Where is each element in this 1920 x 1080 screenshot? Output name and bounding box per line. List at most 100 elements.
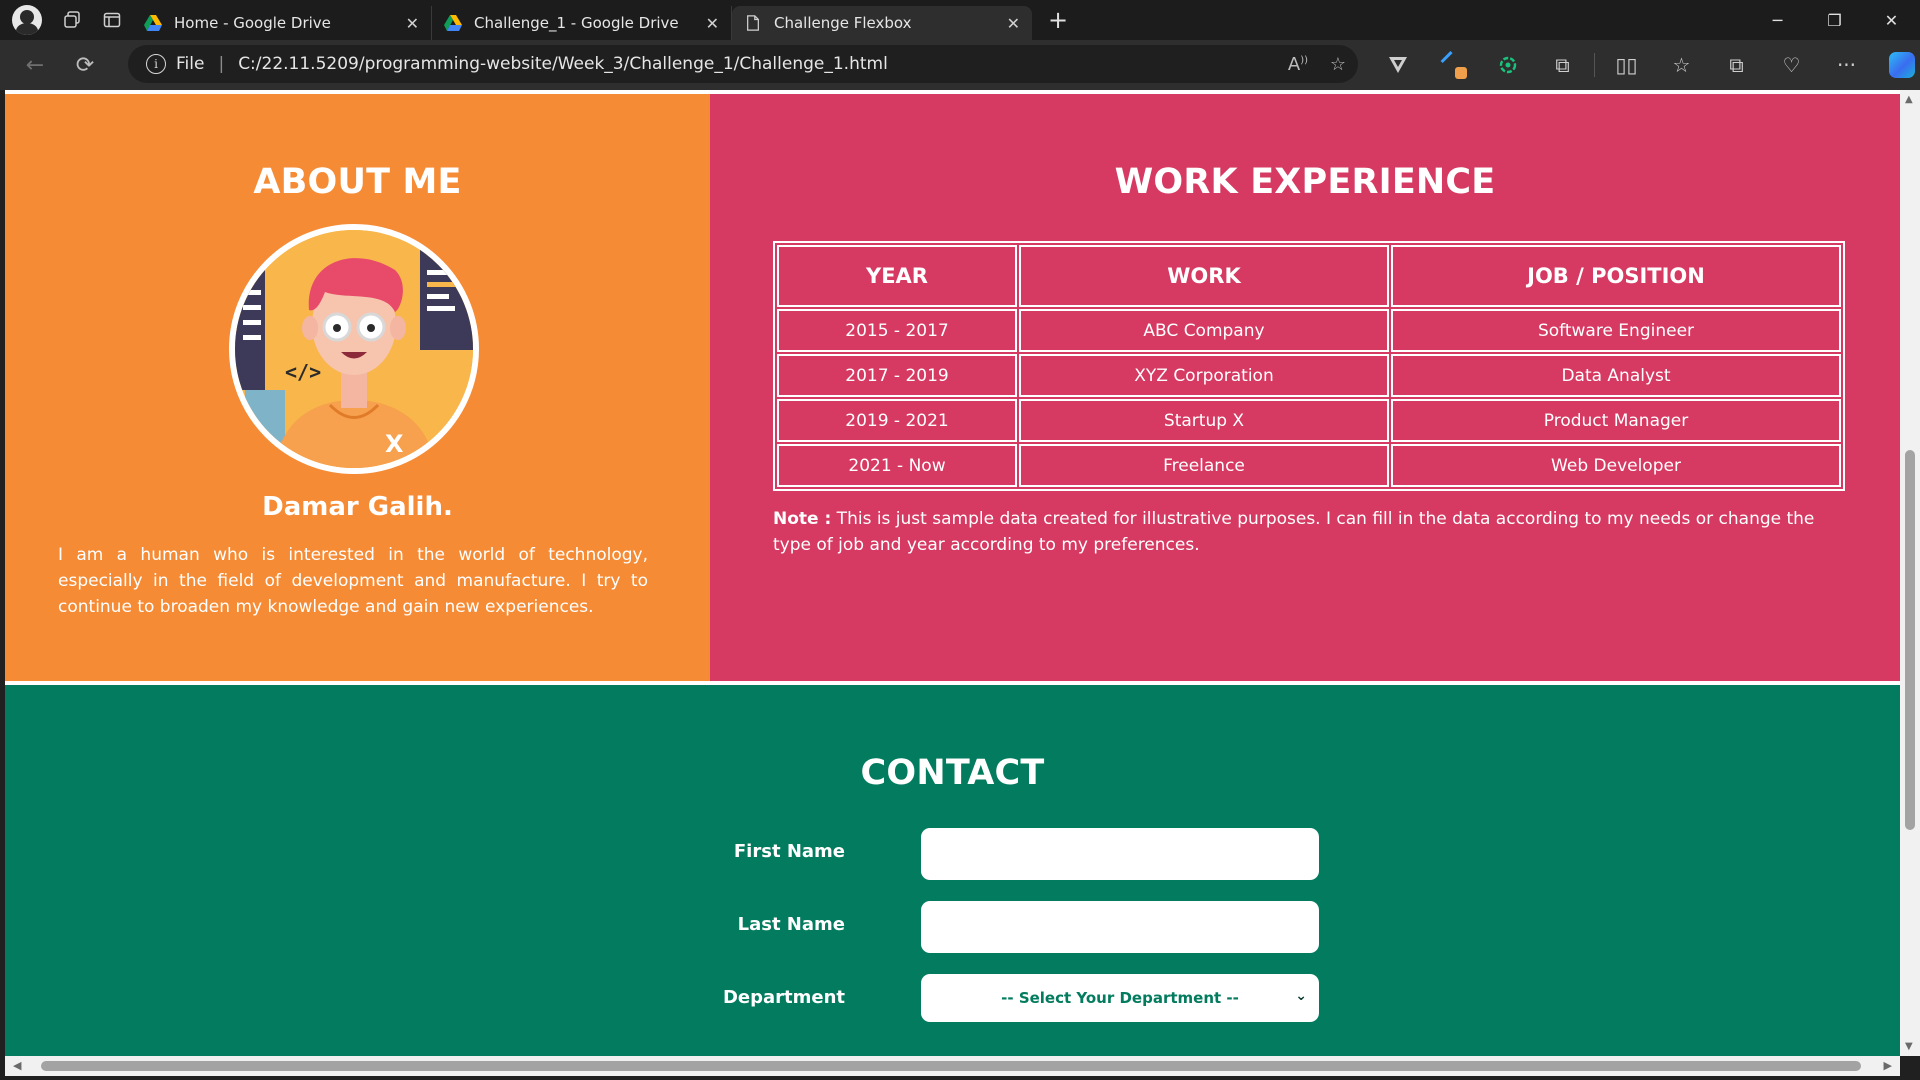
note-label: Note : xyxy=(773,509,832,529)
work-experience-table: YEAR WORK JOB / POSITION 2015 - 2017 ABC… xyxy=(773,241,1845,491)
more-menu-icon[interactable]: ··· xyxy=(1819,40,1874,90)
toolbar-divider xyxy=(1594,53,1595,77)
workspaces-icon[interactable] xyxy=(52,0,92,40)
scroll-left-arrow-icon[interactable]: ◀ xyxy=(13,1059,21,1072)
cell-work: Freelance xyxy=(1019,444,1389,487)
tab-title: Challenge Flexbox xyxy=(774,14,912,32)
back-icon[interactable]: ← xyxy=(10,40,60,90)
favorite-star-icon[interactable]: ☆ xyxy=(1318,54,1358,75)
about-section: ABOUT ME </> X Damar Galih. I am a human… xyxy=(5,94,710,681)
page-icon xyxy=(747,15,759,31)
page-top-border xyxy=(5,90,1900,93)
page-viewport: ABOUT ME </> X Damar Galih. I am a human… xyxy=(5,90,1900,1056)
cell-position: Web Developer xyxy=(1391,444,1841,487)
department-selected-value: -- Select Your Department -- xyxy=(1001,989,1239,1007)
minimize-icon[interactable]: ─ xyxy=(1749,0,1806,40)
tab-challenge1-google-drive[interactable]: Challenge_1 - Google Drive ✕ xyxy=(432,6,732,40)
browser-window: Home - Google Drive ✕ Challenge_1 - Goog… xyxy=(0,0,1920,1080)
scheme-label: File xyxy=(176,54,205,74)
vertical-scroll-thumb[interactable] xyxy=(1905,450,1915,830)
column-header-year: YEAR xyxy=(777,245,1017,307)
address-bar[interactable]: i File | C:/22.11.5209/programming-websi… xyxy=(128,45,1358,83)
cell-year: 2021 - Now xyxy=(777,444,1017,487)
window-controls: ─ ❐ ✕ xyxy=(1749,0,1920,40)
avatar-x-glyph: X xyxy=(385,430,404,458)
table-row: 2019 - 2021 Startup X Product Manager xyxy=(777,399,1841,442)
vpn-extension-icon[interactable] xyxy=(1370,40,1425,90)
read-aloud-icon[interactable]: A)) xyxy=(1278,54,1318,75)
table-row: 2015 - 2017 ABC Company Software Enginee… xyxy=(777,309,1841,352)
tab-title: Challenge_1 - Google Drive xyxy=(474,14,679,32)
chevron-down-icon: ⌄ xyxy=(1295,988,1307,1004)
favorites-icon[interactable]: ☆ xyxy=(1654,40,1709,90)
cell-year: 2017 - 2019 xyxy=(777,354,1017,397)
url-text[interactable]: C:/22.11.5209/programming-website/Week_3… xyxy=(238,54,1278,74)
cell-work: XYZ Corporation xyxy=(1019,354,1389,397)
collections-icon[interactable]: ⧉ xyxy=(1709,40,1764,90)
extensions-puzzle-icon[interactable]: ⧉ xyxy=(1535,40,1590,90)
cell-year: 2015 - 2017 xyxy=(777,309,1017,352)
profile-avatar[interactable] xyxy=(12,5,42,35)
about-title: ABOUT ME xyxy=(253,162,462,202)
horizontal-scroll-thumb[interactable] xyxy=(41,1061,1861,1071)
cell-work: ABC Company xyxy=(1019,309,1389,352)
column-header-work: WORK xyxy=(1019,245,1389,307)
profile-avatar-image: </> X xyxy=(229,224,479,474)
profile-name: Damar Galih. xyxy=(262,492,453,522)
department-select[interactable]: -- Select Your Department -- ⌄ xyxy=(921,974,1319,1022)
new-tab-button[interactable]: + xyxy=(1038,0,1078,40)
department-row: Department -- Select Your Department -- … xyxy=(5,970,1900,1022)
note-text: This is just sample data created for ill… xyxy=(773,509,1815,555)
first-name-label: First Name xyxy=(733,841,845,862)
google-drive-icon xyxy=(144,15,162,31)
horizontal-scrollbar[interactable]: ◀ ▶ xyxy=(5,1056,1900,1076)
cell-position: Product Manager xyxy=(1391,399,1841,442)
work-experience-section: WORK EXPERIENCE YEAR WORK JOB / POSITION… xyxy=(710,94,1900,681)
tab-title: Home - Google Drive xyxy=(174,14,331,32)
first-name-row: First Name xyxy=(5,828,1900,880)
restore-icon[interactable]: ❐ xyxy=(1806,0,1863,40)
department-label: Department xyxy=(722,987,845,1008)
first-name-field[interactable] xyxy=(921,828,1319,880)
table-row: 2017 - 2019 XYZ Corporation Data Analyst xyxy=(777,354,1841,397)
last-name-label: Last Name xyxy=(737,914,845,935)
scroll-down-arrow-icon[interactable]: ▼ xyxy=(1905,1041,1913,1052)
work-experience-title: WORK EXPERIENCE xyxy=(1114,162,1496,202)
profile-bio: I am a human who is interested in the wo… xyxy=(58,545,648,617)
sample-data-note: Note : This is just sample data created … xyxy=(773,506,1848,558)
scroll-up-arrow-icon[interactable]: ▲ xyxy=(1905,94,1913,105)
tab-challenge-flexbox[interactable]: Challenge Flexbox ✕ xyxy=(732,6,1032,40)
close-tab-icon[interactable]: ✕ xyxy=(406,14,419,33)
cell-work: Startup X xyxy=(1019,399,1389,442)
chatgpt-extension-icon[interactable] xyxy=(1480,40,1535,90)
vertical-tabs-icon[interactable] xyxy=(92,0,132,40)
avatar-code-glyph: </> xyxy=(285,360,322,384)
contact-section: CONTACT First Name Last Name Department … xyxy=(5,685,1900,1056)
browser-toolbar: ← ⟳ i File | C:/22.11.5209/programming-w… xyxy=(0,40,1920,90)
cell-position: Software Engineer xyxy=(1391,309,1841,352)
close-window-icon[interactable]: ✕ xyxy=(1863,0,1920,40)
column-header-position: JOB / POSITION xyxy=(1391,245,1841,307)
cell-year: 2019 - 2021 xyxy=(777,399,1017,442)
close-tab-icon[interactable]: ✕ xyxy=(1007,14,1020,33)
toolbar-extensions: ⧉ ▯▯ ☆ ⧉ ♡ ··· xyxy=(1370,40,1920,90)
vertical-scrollbar[interactable]: ▲ ▼ xyxy=(1900,90,1920,1056)
tab-strip: Home - Google Drive ✕ Challenge_1 - Goog… xyxy=(0,0,1920,40)
split-screen-icon[interactable]: ▯▯ xyxy=(1599,40,1654,90)
info-icon[interactable]: i xyxy=(146,54,166,74)
last-name-field[interactable] xyxy=(921,901,1319,953)
cell-position: Data Analyst xyxy=(1391,354,1841,397)
address-separator: | xyxy=(218,54,225,74)
close-tab-icon[interactable]: ✕ xyxy=(706,14,719,33)
tab-home-google-drive[interactable]: Home - Google Drive ✕ xyxy=(132,6,432,40)
color-picker-extension-icon[interactable] xyxy=(1425,40,1480,90)
copilot-icon[interactable] xyxy=(1874,40,1920,90)
last-name-row: Last Name xyxy=(5,901,1900,953)
reload-icon[interactable]: ⟳ xyxy=(60,40,110,90)
table-row: 2021 - Now Freelance Web Developer xyxy=(777,444,1841,487)
scroll-right-arrow-icon[interactable]: ▶ xyxy=(1884,1059,1892,1072)
browser-essentials-icon[interactable]: ♡ xyxy=(1764,40,1819,90)
contact-title: CONTACT xyxy=(860,753,1045,793)
google-drive-icon xyxy=(444,15,462,31)
table-header-row: YEAR WORK JOB / POSITION xyxy=(777,245,1841,307)
